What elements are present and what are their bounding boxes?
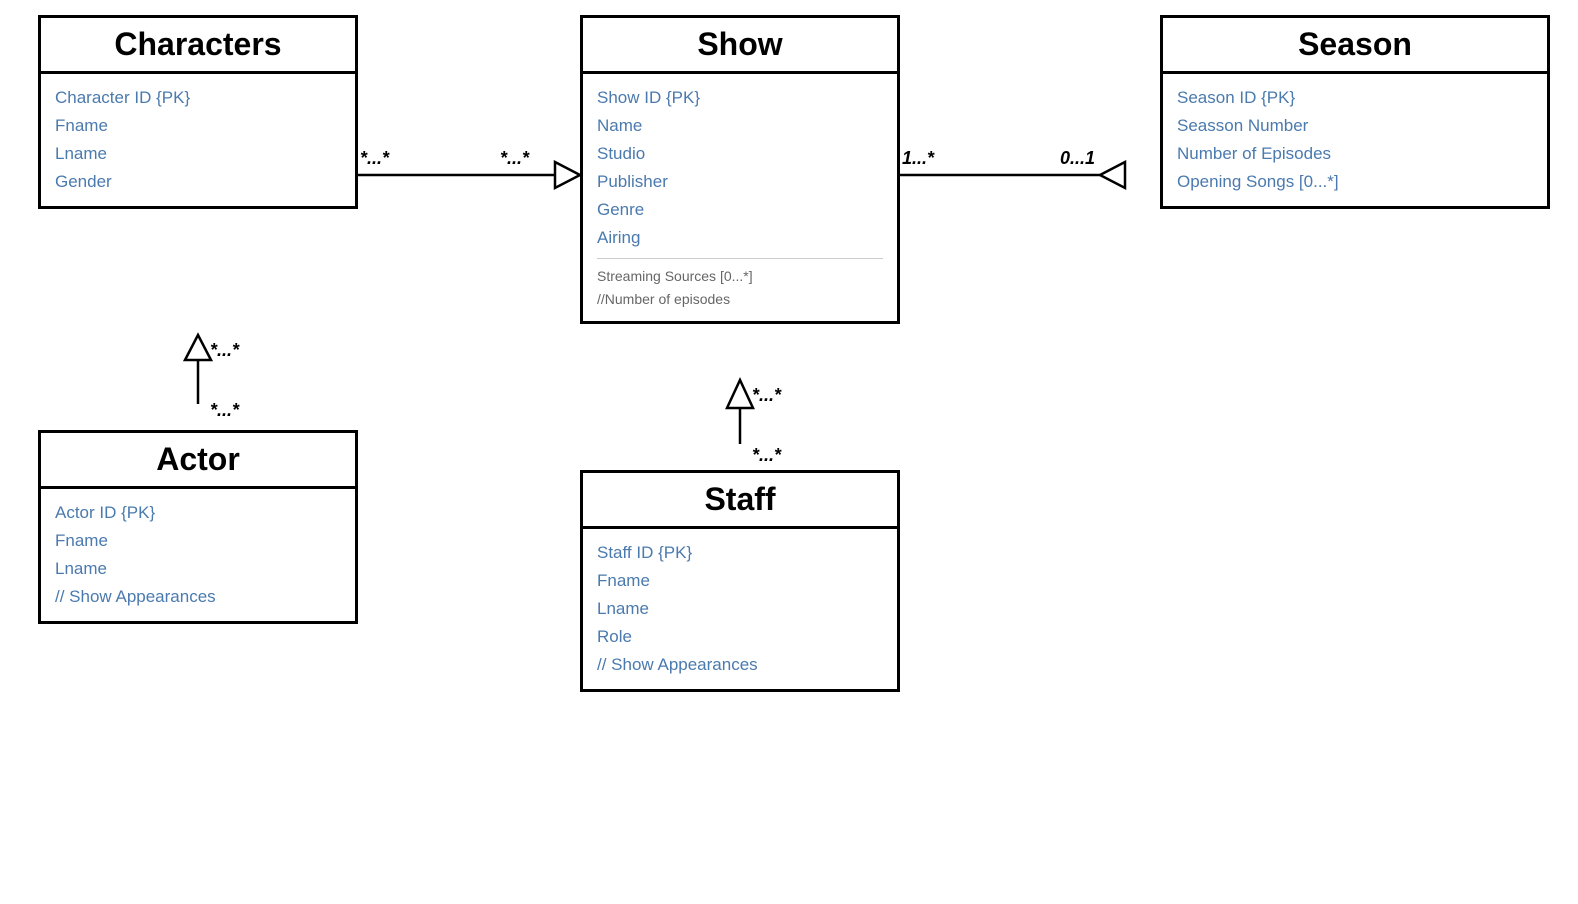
- mult-actor-char-top: *...*: [210, 340, 239, 361]
- characters-body: Character ID {PK} Fname Lname Gender: [41, 74, 355, 206]
- actor-field-3: // Show Appearances: [55, 583, 341, 611]
- staff-field-0: Staff ID {PK}: [597, 539, 883, 567]
- show-derived-0: Streaming Sources [0...*]: [597, 265, 883, 288]
- season-field-2: Number of Episodes: [1177, 140, 1533, 168]
- staff-box: Staff Staff ID {PK} Fname Lname Role // …: [580, 470, 900, 692]
- show-field-2: Studio: [597, 140, 883, 168]
- show-body: Show ID {PK} Name Studio Publisher Genre…: [583, 74, 897, 321]
- actor-box: Actor Actor ID {PK} Fname Lname // Show …: [38, 430, 358, 624]
- season-box: Season Season ID {PK} Seasson Number Num…: [1160, 15, 1550, 209]
- season-field-0: Season ID {PK}: [1177, 84, 1533, 112]
- mult-staff-show-top: *...*: [752, 385, 781, 406]
- characters-box: Characters Character ID {PK} Fname Lname…: [38, 15, 358, 209]
- actor-title: Actor: [156, 441, 240, 477]
- season-body: Season ID {PK} Seasson Number Number of …: [1163, 74, 1547, 206]
- season-field-1: Seasson Number: [1177, 112, 1533, 140]
- show-field-4: Genre: [597, 196, 883, 224]
- mult-show-season-right: 0...1: [1060, 148, 1095, 169]
- actor-field-0: Actor ID {PK}: [55, 499, 341, 527]
- staff-title: Staff: [704, 481, 775, 517]
- mult-char-show-left: *...*: [360, 148, 389, 169]
- staff-field-1: Fname: [597, 567, 883, 595]
- mult-staff-show-bottom: *...*: [752, 445, 781, 466]
- mult-actor-char-bottom: *...*: [210, 400, 239, 421]
- staff-body: Staff ID {PK} Fname Lname Role // Show A…: [583, 529, 897, 689]
- mult-char-show-right: *...*: [500, 148, 529, 169]
- show-header: Show: [583, 18, 897, 74]
- actor-header: Actor: [41, 433, 355, 489]
- characters-header: Characters: [41, 18, 355, 74]
- characters-field-3: Gender: [55, 168, 341, 196]
- characters-field-0: Character ID {PK}: [55, 84, 341, 112]
- season-header: Season: [1163, 18, 1547, 74]
- staff-field-2: Lname: [597, 595, 883, 623]
- staff-header: Staff: [583, 473, 897, 529]
- season-title: Season: [1298, 26, 1412, 62]
- season-field-3: Opening Songs [0...*]: [1177, 168, 1533, 196]
- show-derived-1: //Number of episodes: [597, 288, 883, 311]
- actor-body: Actor ID {PK} Fname Lname // Show Appear…: [41, 489, 355, 621]
- characters-field-2: Lname: [55, 140, 341, 168]
- characters-field-1: Fname: [55, 112, 341, 140]
- mult-show-season-left: 1...*: [902, 148, 934, 169]
- show-field-3: Publisher: [597, 168, 883, 196]
- characters-title: Characters: [114, 26, 281, 62]
- show-field-5: Airing: [597, 224, 883, 252]
- show-field-0: Show ID {PK}: [597, 84, 883, 112]
- show-field-1: Name: [597, 112, 883, 140]
- actor-field-1: Fname: [55, 527, 341, 555]
- show-title: Show: [697, 26, 782, 62]
- staff-field-4: // Show Appearances: [597, 651, 883, 679]
- staff-field-3: Role: [597, 623, 883, 651]
- show-box: Show Show ID {PK} Name Studio Publisher …: [580, 15, 900, 324]
- actor-field-2: Lname: [55, 555, 341, 583]
